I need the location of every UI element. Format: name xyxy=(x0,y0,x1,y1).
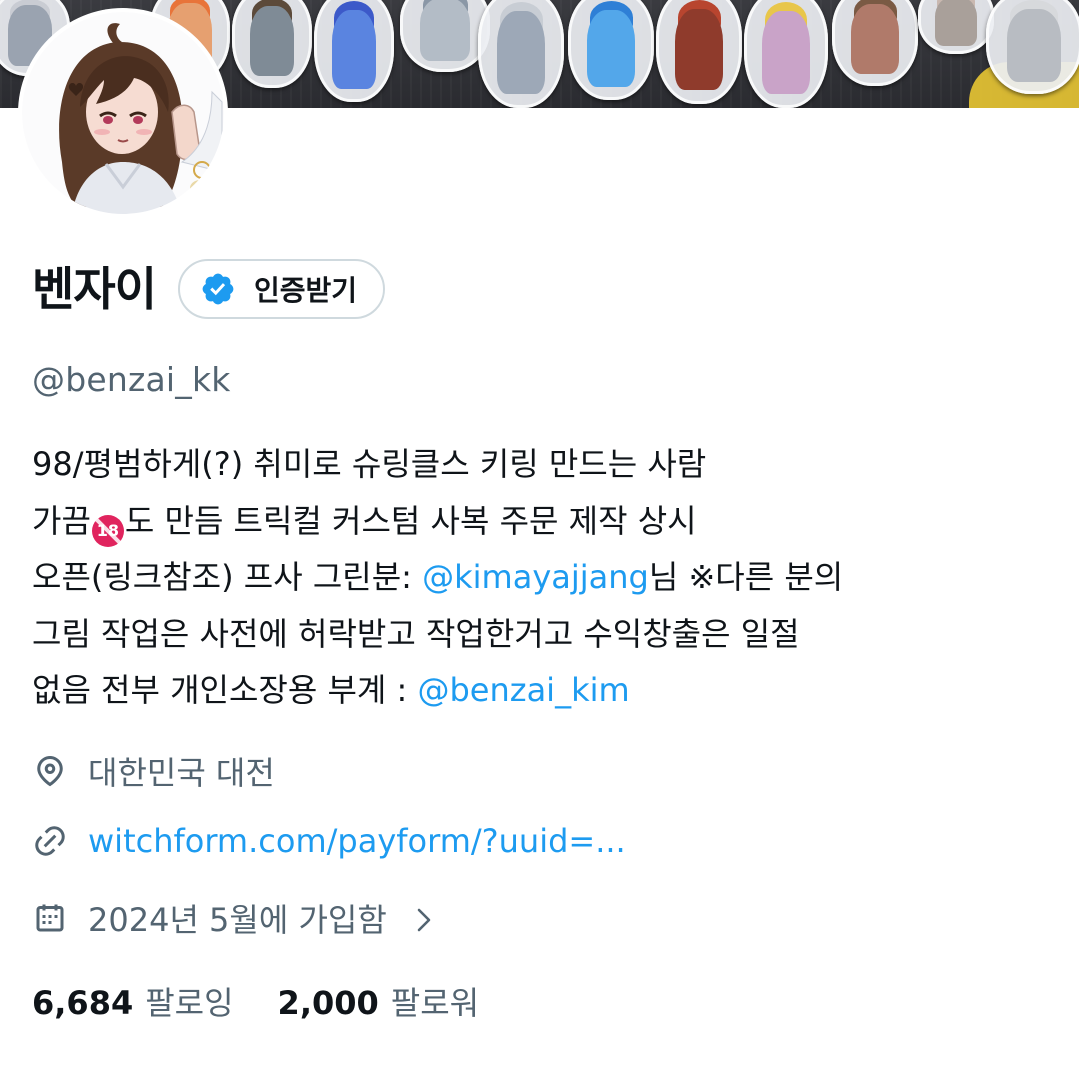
banner-keychain xyxy=(744,0,828,108)
bio-line: 그림 작업은 사전에 허락받고 작업한거고 수익창출은 일절 xyxy=(32,606,1052,663)
bio-mention-link[interactable]: @kimayajjang xyxy=(422,558,649,596)
bio-mention-link[interactable]: @benzai_kim xyxy=(417,671,629,709)
bio-text: 님 ※다른 분의 xyxy=(648,558,844,596)
bio-line: 오픈(링크참조) 프사 그린분: @kimayajjang님 ※다른 분의 xyxy=(32,549,1052,606)
avatar-illustration xyxy=(22,12,224,214)
bio-line: 없음 전부 개인소장용 부계 : @benzai_kim xyxy=(32,662,1052,719)
join-date-text: 2024년 5월에 가입함 xyxy=(88,901,387,939)
verified-badge-icon xyxy=(200,271,236,307)
following-link[interactable]: 6,684 팔로잉 xyxy=(32,978,234,1024)
bio-line: 가끔 18 도 만듬 트릭컬 커스텀 사복 주문 제작 상시 xyxy=(32,493,1052,550)
followers-label: 팔로워 xyxy=(390,984,480,1022)
banner-keychain xyxy=(656,0,742,104)
follow-stats: 6,684 팔로잉 2,000 팔로워 xyxy=(32,978,523,1024)
get-verified-button[interactable]: 인증받기 xyxy=(177,259,386,319)
website-link[interactable]: witchform.com/payform/?uuid=... xyxy=(88,822,626,860)
chevron-right-icon xyxy=(413,904,435,932)
bio-text: 98/평범하게(?) 취미로 슈링클스 키링 만드는 사람 xyxy=(32,445,707,483)
banner-keychain xyxy=(314,0,394,102)
display-name: 벤자이 xyxy=(32,262,157,316)
bio-text: 없음 전부 개인소장용 부계 : xyxy=(32,671,418,709)
banner-keychain xyxy=(568,0,654,100)
following-label: 팔로잉 xyxy=(145,984,234,1022)
banner-keychain xyxy=(478,0,564,108)
get-verified-label: 인증받기 xyxy=(253,274,358,307)
link-icon xyxy=(32,823,68,859)
location-text: 대한민국 대전 xyxy=(88,754,275,792)
bio-text: 도 만듬 트릭컬 커스텀 사복 주문 제작 상시 xyxy=(124,501,697,540)
location-pin-icon xyxy=(32,753,68,789)
banner-keychain xyxy=(232,0,312,88)
profile-website[interactable]: witchform.com/payform/?uuid=... xyxy=(32,822,626,860)
profile-join-date[interactable]: 2024년 5월에 가입함 xyxy=(32,895,435,941)
profile-avatar[interactable] xyxy=(22,12,224,214)
bio-text: 가끔 xyxy=(32,501,91,540)
bio-text: 오픈(링크참조) 프사 그린분: xyxy=(32,558,423,596)
profile-location: 대한민국 대전 xyxy=(32,748,275,794)
name-row: 벤자이 인증받기 xyxy=(32,256,386,322)
followers-count: 2,000 xyxy=(277,984,379,1022)
following-count: 6,684 xyxy=(32,984,134,1022)
profile-bio: 98/평범하게(?) 취미로 슈링클스 키링 만드는 사람 가끔 18 도 만듬 트… xyxy=(32,436,1052,719)
calendar-icon xyxy=(32,900,68,936)
followers-link[interactable]: 2,000 팔로워 xyxy=(278,978,480,1024)
bio-line: 98/평범하게(?) 취미로 슈링클스 키링 만드는 사람 xyxy=(32,436,1052,493)
banner-keychain xyxy=(986,0,1079,94)
user-handle: @benzai_kk xyxy=(32,360,231,399)
banner-keychain xyxy=(832,0,918,86)
no-under-18-emoji-icon: 18 xyxy=(91,514,124,547)
bio-text: 그림 작업은 사전에 허락받고 작업한거고 수익창출은 일절 xyxy=(32,614,800,653)
